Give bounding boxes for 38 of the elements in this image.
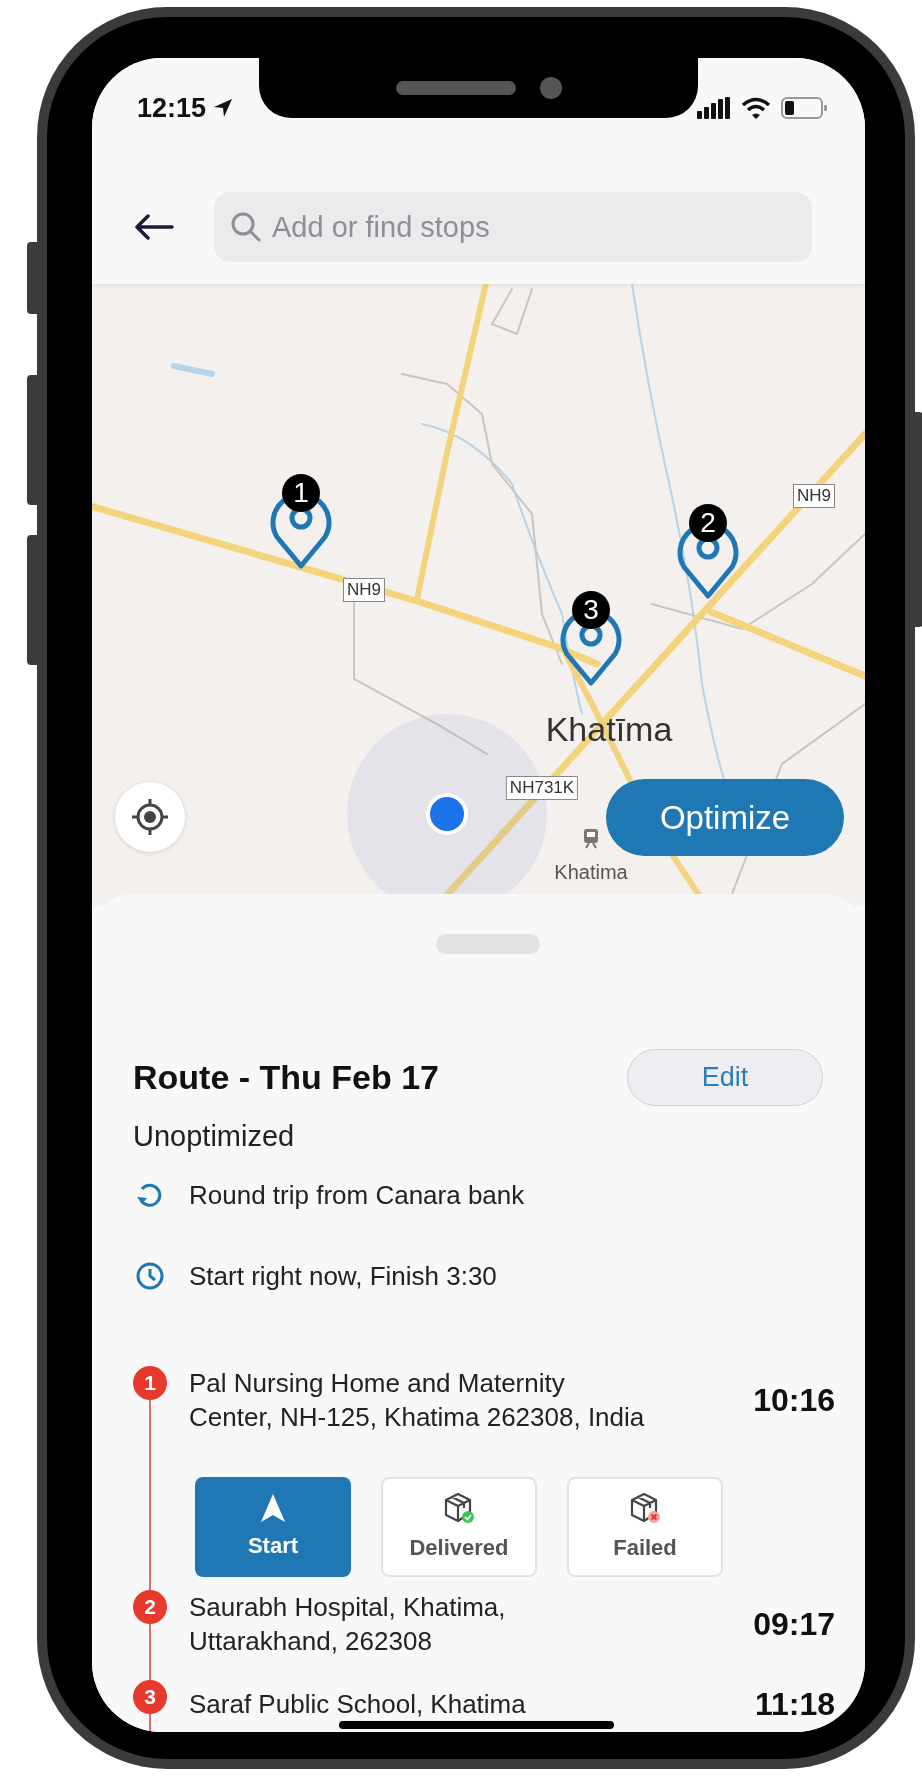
optimize-button[interactable]: Optimize bbox=[606, 779, 844, 856]
crosshair-icon bbox=[130, 797, 170, 837]
edit-button[interactable]: Edit bbox=[627, 1049, 823, 1106]
stop-time: 10:16 bbox=[753, 1381, 835, 1420]
package-check-icon bbox=[442, 1490, 476, 1525]
stop-address: Pal Nursing Home and Maternity Center, NH-125, Khatima 262308, India bbox=[189, 1367, 646, 1434]
road-shield: NH9 bbox=[343, 578, 385, 602]
road-shield: NH9 bbox=[793, 484, 835, 508]
road-shield: NH731K bbox=[505, 776, 579, 800]
arrow-left-icon bbox=[134, 214, 174, 240]
stop-address: Saurabh Hospital, Khatima, Uttarakhand, 262308 bbox=[189, 1591, 507, 1658]
status-time: 12:15 bbox=[137, 91, 207, 125]
locate-me-button[interactable] bbox=[115, 782, 185, 852]
stop-number: 1 bbox=[133, 1366, 167, 1400]
route-detail: Round trip from Canara bank bbox=[189, 1178, 525, 1212]
delivered-button[interactable]: Delivered bbox=[381, 1477, 537, 1577]
stop-time: 09:17 bbox=[753, 1605, 835, 1644]
failed-button[interactable]: Failed bbox=[567, 1477, 723, 1577]
search-icon bbox=[230, 211, 262, 243]
stop-number: 2 bbox=[133, 1590, 167, 1624]
package-x-icon bbox=[628, 1490, 662, 1525]
route-title: Route - Thu Feb 17 bbox=[133, 1057, 439, 1098]
stop-time: 11:18 bbox=[754, 1685, 835, 1724]
stop-number: 3 bbox=[133, 1680, 167, 1714]
clock-icon bbox=[135, 1261, 165, 1291]
current-location-dot bbox=[426, 793, 468, 835]
signal-icon bbox=[697, 97, 731, 119]
search-field[interactable]: Add or find stops bbox=[214, 192, 812, 262]
battery-icon bbox=[781, 97, 827, 119]
wifi-icon bbox=[741, 97, 771, 119]
start-button[interactable]: Start bbox=[195, 1477, 351, 1577]
location-arrow-icon bbox=[212, 97, 235, 119]
route-status: Unoptimized bbox=[133, 1119, 296, 1154]
stop-address: Saraf Public School, Khatima bbox=[189, 1688, 527, 1721]
train-icon bbox=[581, 828, 601, 850]
route-detail: Start right now, Finish 3:30 bbox=[189, 1259, 497, 1293]
station-label: Khatima bbox=[554, 860, 628, 885]
navigation-arrow-icon bbox=[260, 1492, 286, 1523]
